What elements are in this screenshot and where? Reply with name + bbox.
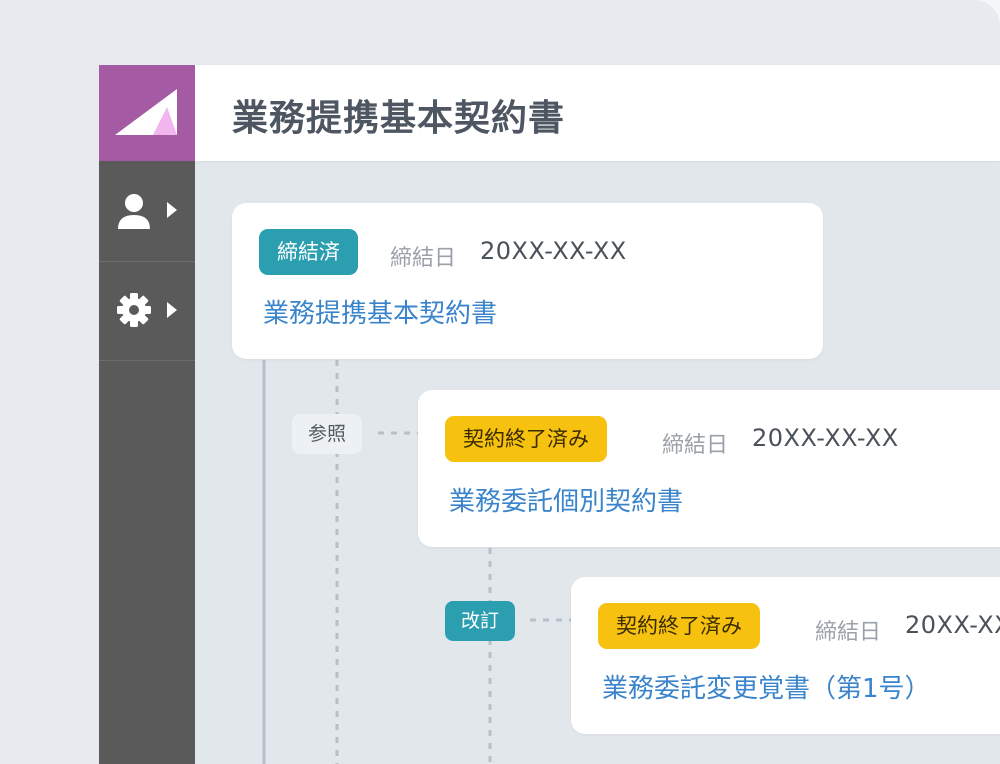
contract-card[interactable]: 契約終了済み 締結日 20XX-XX-XX 業務委託変更覚書（第1号）	[571, 577, 1000, 734]
sidebar	[99, 65, 195, 764]
app-window: 業務提携基本契約書 締結済 締結日 20XX-XX-XX 業務提携基本契約書 参…	[0, 0, 1000, 764]
relation-badge-revision: 改訂	[445, 601, 516, 641]
status-badge: 契約終了済み	[445, 416, 607, 462]
sidebar-item-users[interactable]	[99, 163, 195, 262]
sidebar-item-settings[interactable]	[99, 262, 195, 361]
contract-link[interactable]: 業務委託個別契約書	[449, 481, 683, 518]
contract-link[interactable]: 業務提携基本契約書	[263, 293, 497, 330]
contract-card[interactable]: 締結済 締結日 20XX-XX-XX 業務提携基本契約書	[232, 203, 823, 359]
page-title: 業務提携基本契約書	[232, 98, 566, 139]
gear-icon	[117, 293, 177, 327]
contract-link[interactable]: 業務委託変更覚書（第1号）	[602, 668, 931, 705]
date-value: 20XX-XX-XX	[480, 237, 627, 265]
date-label: 締結日	[815, 620, 882, 645]
date-value: 20XX-XX-XX	[905, 611, 1000, 639]
contract-card[interactable]: 契約終了済み 締結日 20XX-XX-XX 業務委託個別契約書	[418, 390, 1000, 547]
user-icon	[118, 194, 177, 229]
logo-icon	[115, 89, 177, 135]
status-badge: 締結済	[259, 229, 358, 275]
page-header: 業務提携基本契約書	[195, 65, 1000, 161]
date-label: 締結日	[662, 433, 729, 458]
date-value: 20XX-XX-XX	[752, 424, 899, 452]
status-badge: 契約終了済み	[598, 603, 760, 649]
date-label: 締結日	[390, 246, 457, 271]
relation-badge-reference: 参照	[292, 414, 363, 454]
app-logo[interactable]	[99, 65, 195, 161]
